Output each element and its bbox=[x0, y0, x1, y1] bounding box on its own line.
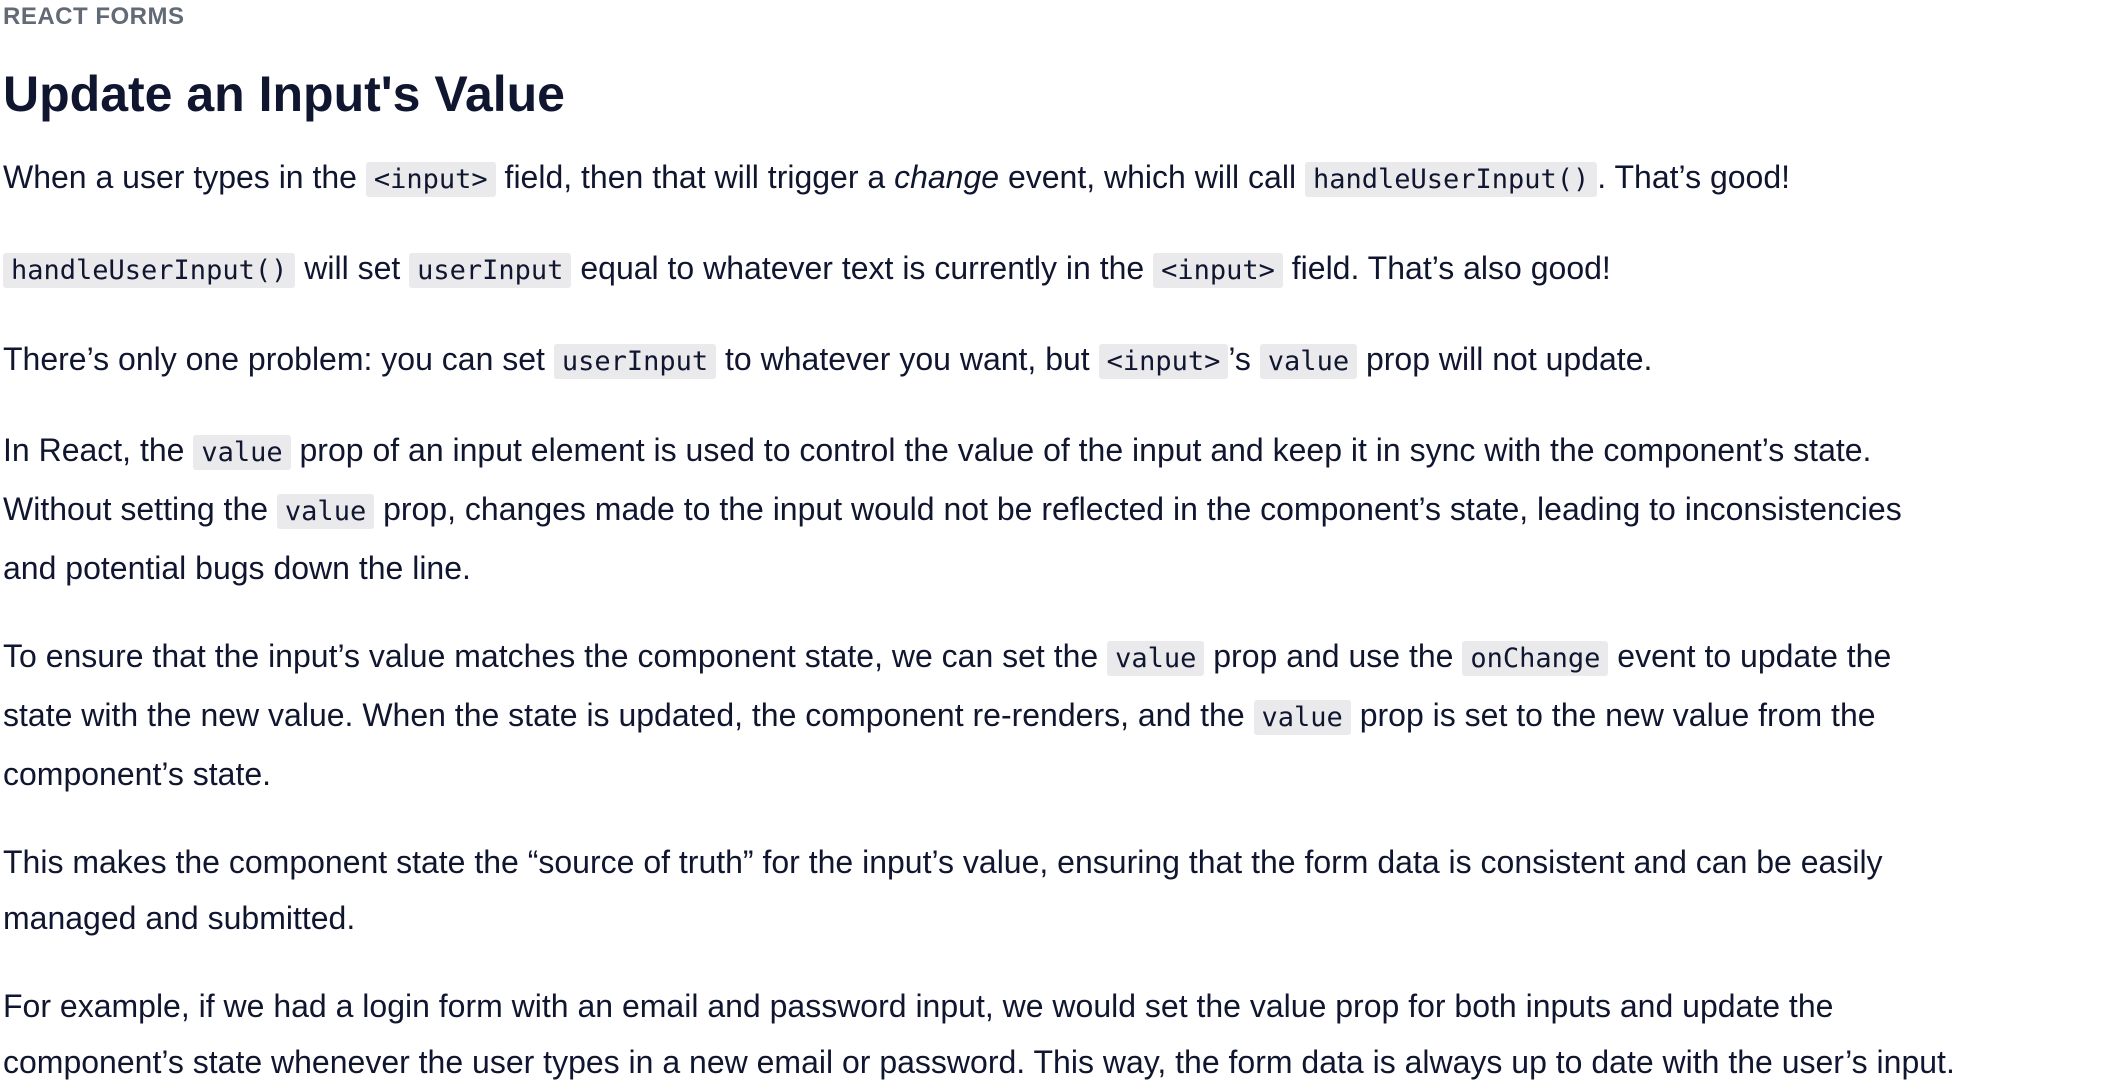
text: field. That’s also good! bbox=[1282, 250, 1611, 286]
text: prop will not update. bbox=[1357, 341, 1653, 377]
paragraph-problem: There’s only one problem: you can set us… bbox=[3, 331, 2113, 390]
code-input-tag: <input> bbox=[365, 162, 496, 197]
code-value: value bbox=[276, 494, 375, 529]
text: prop and use the bbox=[1204, 638, 1463, 674]
code-input-tag: <input> bbox=[1098, 344, 1229, 379]
text-line: component’s state. bbox=[3, 756, 272, 792]
text: field, then that will trigger a bbox=[495, 159, 895, 195]
text-line: component’s state whenever the user type… bbox=[3, 1044, 1955, 1080]
code-input-tag: <input> bbox=[1153, 253, 1283, 288]
paragraph-change-event: When a user types in the <input> field, … bbox=[3, 149, 2113, 208]
text: When a user types in the bbox=[3, 159, 366, 195]
code-value: value bbox=[1259, 344, 1358, 379]
code-value: value bbox=[1107, 641, 1205, 676]
text-line: managed and submitted. bbox=[3, 900, 356, 936]
text-line: This makes the component state the “sour… bbox=[3, 844, 1883, 880]
code-on-change: onChange bbox=[1462, 641, 1609, 676]
text: equal to whatever text is currently in t… bbox=[571, 250, 1154, 286]
text: Without setting the bbox=[3, 491, 277, 527]
text: prop of an input element is used to cont… bbox=[290, 432, 1872, 468]
text: In React, the bbox=[3, 432, 194, 468]
text: . That’s good! bbox=[1597, 159, 1791, 195]
text: ’s bbox=[1228, 341, 1260, 377]
paragraph-value-prop: In React, the value prop of an input ele… bbox=[3, 422, 2113, 596]
lesson-category: REACT FORMS bbox=[3, 3, 185, 30]
code-value: value bbox=[193, 435, 291, 470]
code-handle-user-input: handleUserInput() bbox=[3, 253, 296, 288]
code-user-input: userInput bbox=[409, 253, 572, 288]
text: prop is set to the new value from the bbox=[1350, 697, 1876, 733]
text: prop, changes made to the input would no… bbox=[374, 491, 1902, 527]
paragraph-set-user-input: handleUserInput() will set userInput equ… bbox=[3, 240, 2113, 299]
text: event to update the bbox=[1608, 638, 1892, 674]
paragraph-example: For example, if we had a login form with… bbox=[3, 978, 2113, 1090]
paragraph-on-change: To ensure that the input’s value matches… bbox=[3, 628, 2113, 802]
text-line: For example, if we had a login form with… bbox=[3, 988, 1834, 1024]
code-value: value bbox=[1253, 700, 1351, 735]
text: There’s only one problem: you can set bbox=[3, 341, 554, 377]
paragraph-source-of-truth: This makes the component state the “sour… bbox=[3, 834, 2113, 946]
text: state with the new value. When the state… bbox=[3, 697, 1254, 733]
code-handle-user-input: handleUserInput() bbox=[1304, 162, 1598, 197]
text: will set bbox=[295, 250, 410, 286]
text-line: and potential bugs down the line. bbox=[3, 550, 471, 586]
emphasis-change: change bbox=[894, 159, 1000, 195]
text: to whatever you want, but bbox=[716, 341, 1099, 377]
text-line: Without setting the value prop, changes … bbox=[3, 481, 2113, 540]
text-line: To ensure that the input’s value matches… bbox=[3, 628, 2113, 687]
code-user-input: userInput bbox=[553, 344, 717, 379]
text: To ensure that the input’s value matches… bbox=[3, 638, 1108, 674]
text-line: state with the new value. When the state… bbox=[3, 687, 2113, 746]
lesson-content: REACT FORMS Update an Input's Value When… bbox=[3, 0, 2113, 1090]
lesson-title: Update an Input's Value bbox=[3, 66, 565, 122]
text: event, which will call bbox=[999, 159, 1305, 195]
text-line: In React, the value prop of an input ele… bbox=[3, 422, 2113, 481]
